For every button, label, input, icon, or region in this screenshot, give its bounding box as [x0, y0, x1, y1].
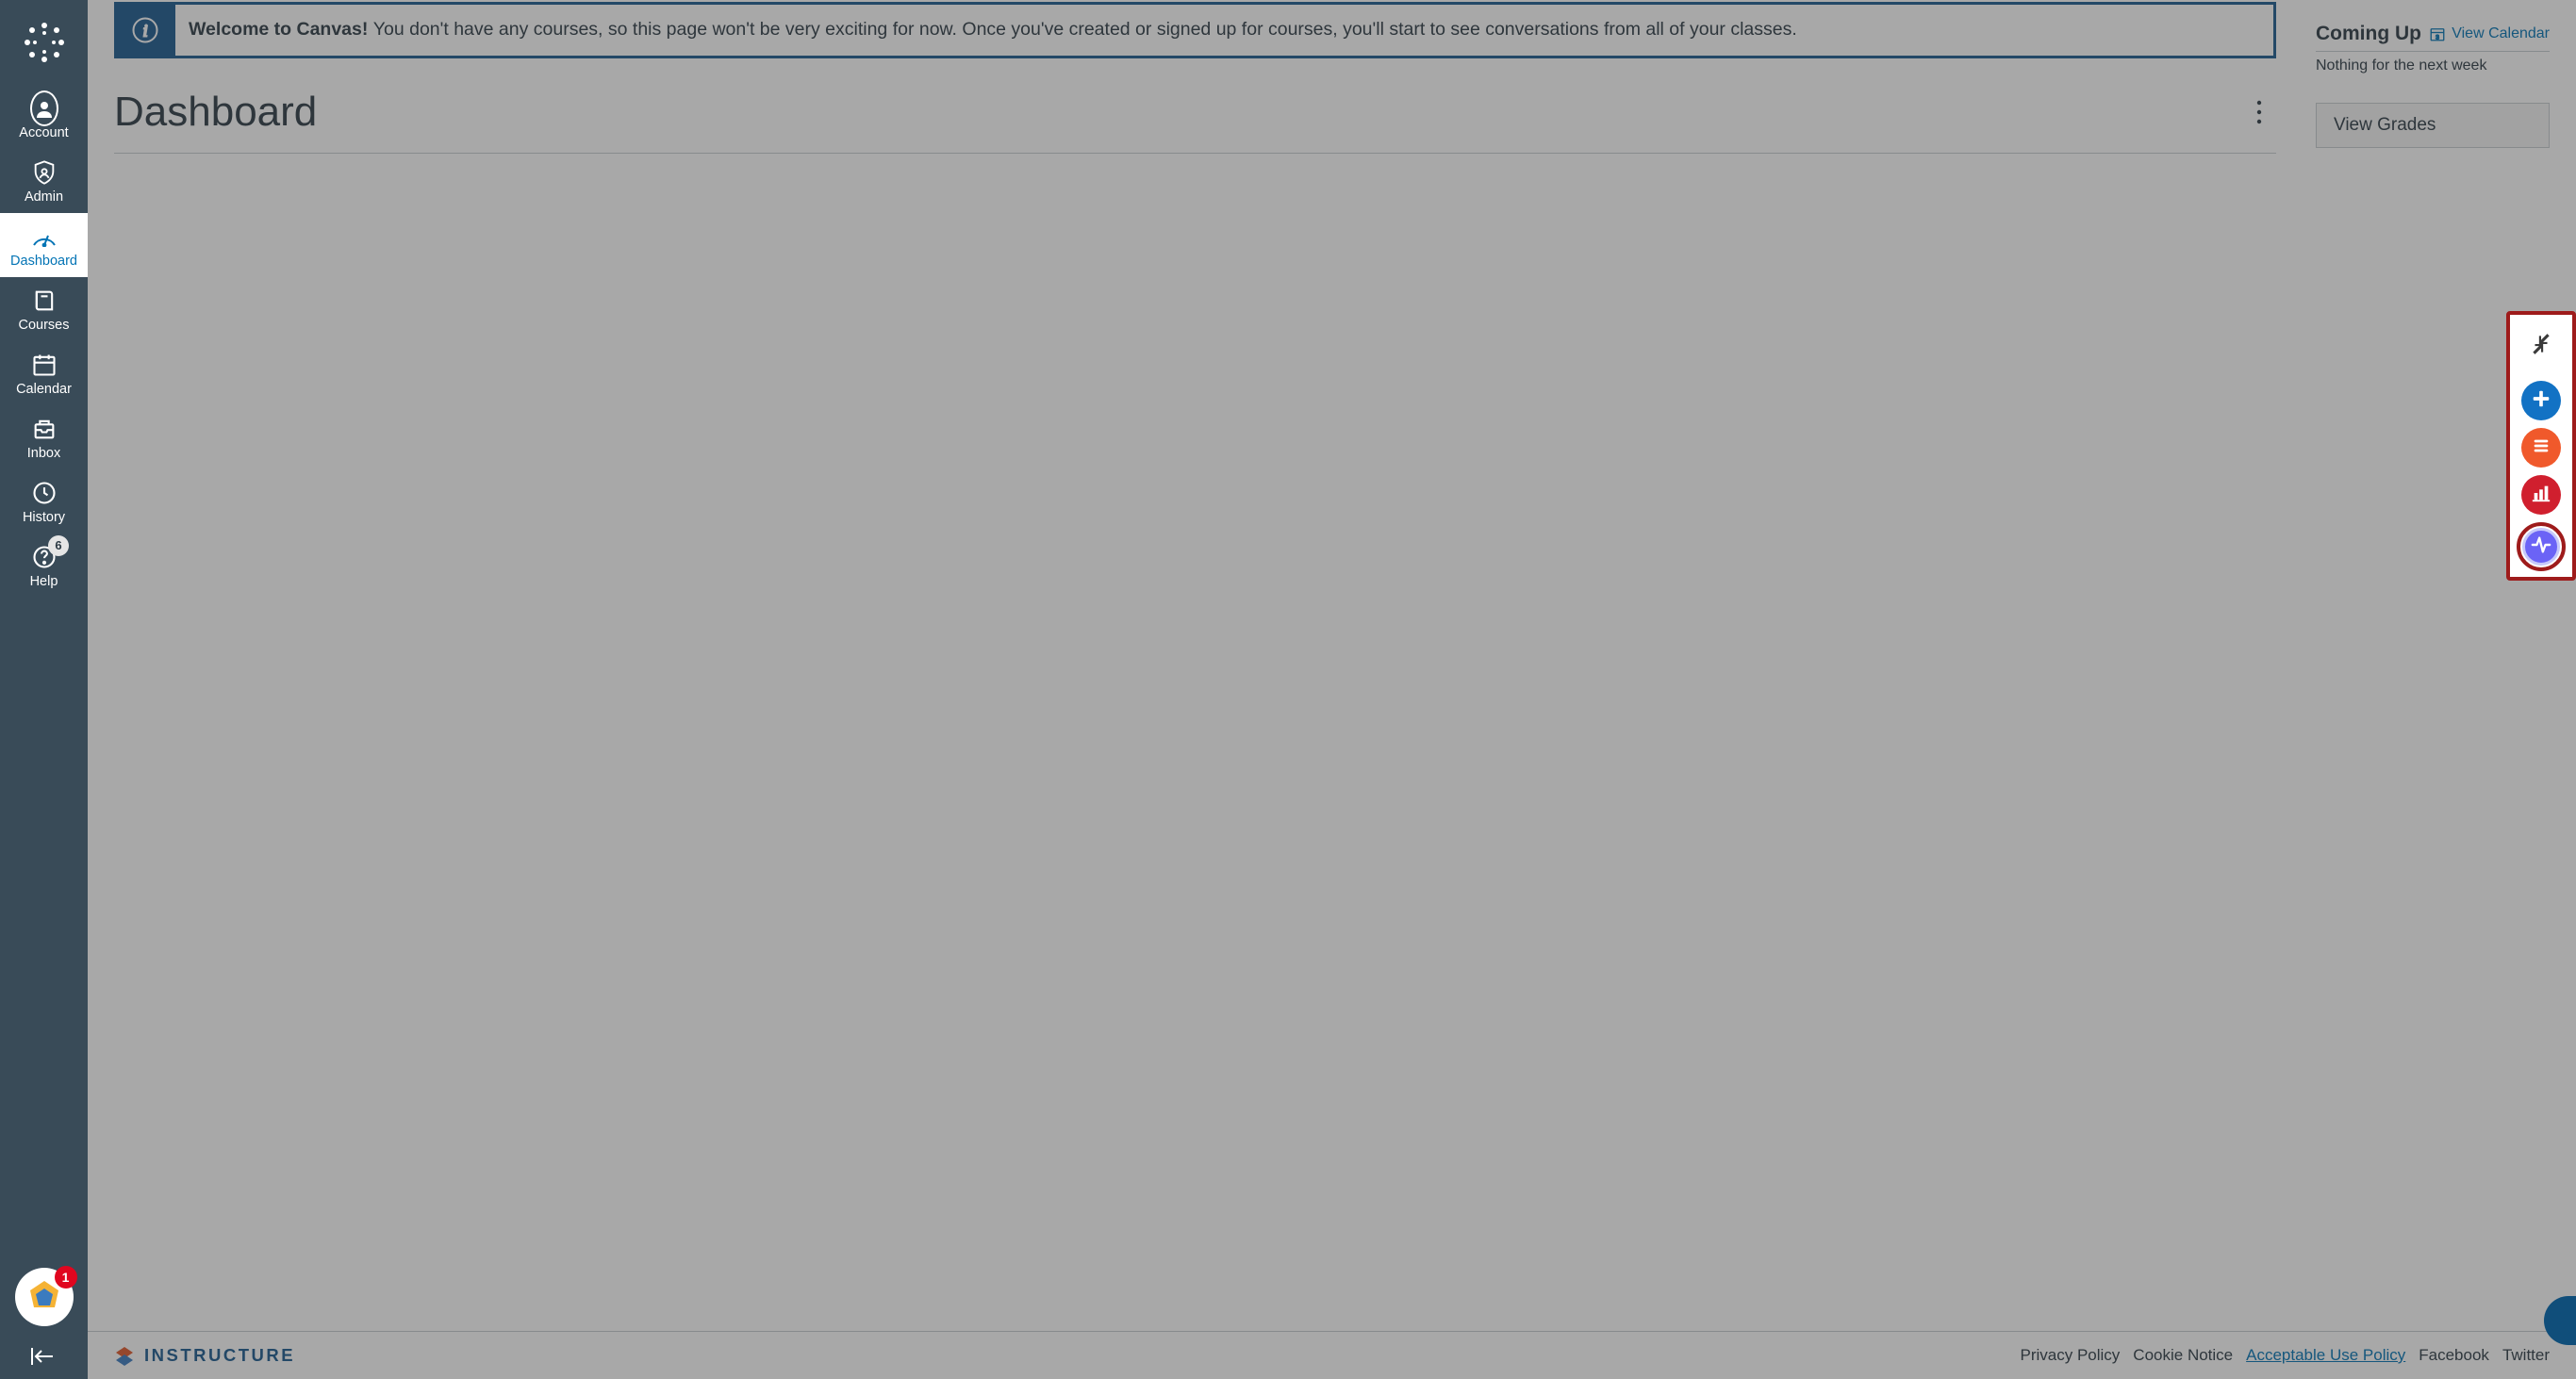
list-icon	[2531, 435, 2551, 461]
nav-item-admin[interactable]: Admin	[0, 149, 88, 213]
info-icon: i	[116, 4, 174, 57]
calendar-small-icon: 3	[2429, 25, 2446, 42]
nav-label: Calendar	[16, 383, 72, 398]
footer: INSTRUCTURE Privacy Policy Cookie Notice…	[88, 1331, 2576, 1379]
fab-collapse[interactable]	[2514, 319, 2568, 373]
nav-label: Courses	[19, 319, 70, 334]
bar-chart-icon	[2531, 483, 2551, 508]
nav-label: History	[23, 511, 65, 526]
fab-add[interactable]	[2521, 381, 2561, 420]
canvas-logo-icon	[22, 20, 67, 65]
tour-avatar[interactable]: 1	[15, 1268, 74, 1326]
footer-link-twitter[interactable]: Twitter	[2502, 1346, 2550, 1365]
tour-badge: 1	[55, 1266, 77, 1289]
footer-brand[interactable]: INSTRUCTURE	[114, 1345, 295, 1366]
dashboard-options-button[interactable]	[2242, 95, 2276, 129]
book-icon	[30, 287, 58, 315]
banner-body: You don't have any courses, so this page…	[373, 19, 1797, 40]
collapse-icon	[2529, 332, 2553, 361]
page-title: Dashboard	[114, 89, 317, 136]
global-nav: Account Admin Dashboard Courses Calendar…	[0, 0, 88, 1379]
fab-chart[interactable]	[2521, 475, 2561, 515]
collapse-nav-icon	[28, 1346, 57, 1367]
floating-toolbar	[2506, 311, 2576, 581]
footer-brand-label: INSTRUCTURE	[144, 1345, 295, 1366]
shield-icon	[30, 158, 58, 187]
nav-label: Inbox	[27, 447, 60, 462]
dashboard-icon	[30, 222, 58, 251]
help-badge: 6	[48, 535, 69, 556]
coming-up-title: Coming Up	[2316, 23, 2421, 45]
svg-text:3: 3	[2436, 34, 2439, 41]
view-grades-button[interactable]: View Grades	[2316, 103, 2550, 148]
banner-title: Welcome to Canvas!	[189, 19, 368, 40]
view-calendar-label: View Calendar	[2452, 25, 2550, 42]
activity-icon	[2531, 534, 2551, 560]
plus-icon	[2531, 388, 2551, 414]
coming-up-empty: Nothing for the next week	[2316, 57, 2550, 74]
side-panel: Coming Up 3 View Calendar Nothing for th…	[2303, 0, 2576, 1331]
nav-label: Account	[19, 126, 68, 141]
footer-link-cookie[interactable]: Cookie Notice	[2133, 1346, 2233, 1365]
clock-icon	[30, 479, 58, 507]
fab-list[interactable]	[2521, 428, 2561, 468]
view-calendar-link[interactable]: 3 View Calendar	[2429, 25, 2550, 42]
view-grades-label: View Grades	[2334, 115, 2436, 135]
nav-item-calendar[interactable]: Calendar	[0, 341, 88, 405]
footer-link-privacy[interactable]: Privacy Policy	[2020, 1346, 2120, 1365]
more-vertical-icon	[2255, 99, 2263, 125]
nav-label: Admin	[25, 190, 63, 205]
nav-item-dashboard[interactable]: Dashboard	[0, 213, 88, 277]
fab-activity[interactable]	[2522, 528, 2560, 566]
calendar-icon	[30, 351, 58, 379]
nav-item-courses[interactable]: Courses	[0, 277, 88, 341]
nav-label: Help	[30, 575, 58, 590]
nav-label: Dashboard	[10, 254, 77, 270]
side-divider	[2316, 51, 2550, 52]
nav-item-account[interactable]: Account	[0, 85, 88, 149]
main-wrap: i Welcome to Canvas! You don't have any …	[88, 0, 2576, 1379]
instructure-logo-icon	[114, 1345, 135, 1366]
canvas-logo[interactable]	[0, 0, 88, 85]
footer-link-facebook[interactable]: Facebook	[2419, 1346, 2489, 1365]
nav-item-history[interactable]: History	[0, 469, 88, 534]
footer-link-aup[interactable]: Acceptable Use Policy	[2246, 1346, 2405, 1365]
nav-item-inbox[interactable]: Inbox	[0, 405, 88, 469]
welcome-banner: i Welcome to Canvas! You don't have any …	[114, 2, 2276, 58]
collapse-nav-button[interactable]	[0, 1339, 88, 1373]
user-icon	[30, 94, 58, 123]
fab-activity-wrap[interactable]	[2517, 522, 2566, 571]
svg-text:i: i	[143, 21, 148, 40]
nav-item-help[interactable]: 6 Help	[0, 534, 88, 598]
inbox-icon	[30, 415, 58, 443]
